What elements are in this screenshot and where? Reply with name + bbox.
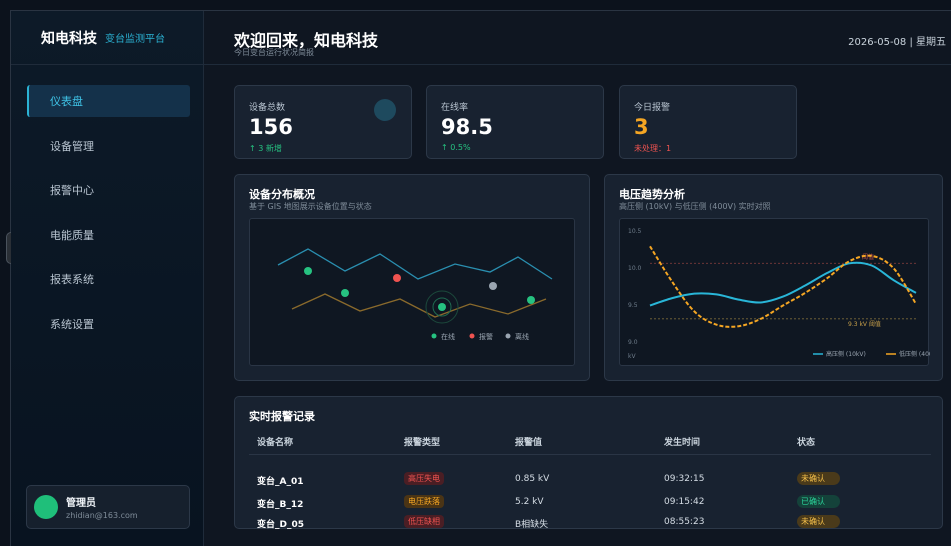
map-legend: 在线 报警 离线 <box>431 332 529 341</box>
page-subtitle: 今日变台运行状况简报 <box>234 48 314 57</box>
stat-sub: ↑ 0.5% <box>441 143 471 152</box>
threshold-label-low: 9.3 kV 阈值 <box>848 320 881 328</box>
panel-title: 实时报警记录 <box>249 410 315 423</box>
sidebar-item-power-quality[interactable]: 电能质量 <box>27 219 190 251</box>
panel-subtitle: 高压侧 (10kV) 与低压侧 (400V) 实时对照 <box>619 202 771 211</box>
stat-value: 3 <box>634 115 649 139</box>
alarm-type-badge: 电压跌落 <box>404 495 444 508</box>
column-header-value[interactable]: 报警值 <box>515 435 542 448</box>
device-marker-online[interactable] <box>304 267 312 275</box>
series-line-high-voltage <box>649 261 917 307</box>
stat-value: 98.5 <box>441 115 493 139</box>
legend-label-alarm: 报警 <box>479 332 493 341</box>
panel-title: 电压趋势分析 <box>619 188 685 201</box>
cell-device-name: 变台_D_05 <box>257 520 304 530</box>
y-axis-unit: kV <box>628 353 636 360</box>
device-icon <box>374 99 396 121</box>
map-route-upper <box>277 248 553 280</box>
column-header-name[interactable]: 设备名称 <box>257 435 293 448</box>
stat-label: 在线率 <box>441 103 469 113</box>
avatar <box>34 495 58 519</box>
device-marker-online[interactable] <box>527 296 535 304</box>
sidebar-item-reports[interactable]: 报表系统 <box>27 263 190 295</box>
voltage-chart[interactable]: 10.5 10.0 9.5 9.0 kV 阈值 9.3 kV 阈值 高压侧 (1… <box>619 218 939 366</box>
sidebar-item-devices[interactable]: 设备管理 <box>27 130 190 162</box>
sidebar-item-dashboard[interactable]: 仪表盘 <box>27 85 190 117</box>
panel-subtitle: 基于 GIS 地图展示设备位置与状态 <box>249 202 372 211</box>
voltage-panel: 电压趋势分析 高压侧 (10kV) 与低压侧 (400V) 实时对照 10.5 … <box>604 174 943 381</box>
alarm-panel: 实时报警记录 设备名称 报警类型 报警值 发生时间 状态 变台_A_01 高压失… <box>234 396 943 530</box>
user-card[interactable]: 管理员 zhidian@163.com <box>26 485 190 529</box>
user-email: zhidian@163.com <box>66 511 138 520</box>
legend-swatch-offline <box>505 333 511 339</box>
device-marker-offline[interactable] <box>489 282 497 290</box>
status-badge[interactable]: 未确认 <box>797 515 840 528</box>
sidebar: 知电科技 变台监测平台 仪表盘 设备管理 报警中心 电能质量 报表系统 系统设置… <box>11 11 204 546</box>
sidebar-nav: 仪表盘 设备管理 报警中心 电能质量 报表系统 系统设置 <box>27 85 190 352</box>
cell-time: 09:15:42 <box>664 497 705 507</box>
date-display: 2026-05-08 | 星期五 <box>848 37 946 48</box>
column-header-status[interactable]: 状态 <box>797 435 815 448</box>
y-tick-label: 10.5 <box>628 228 642 235</box>
app-window: 知电科技 变台监测平台 仪表盘 设备管理 报警中心 电能质量 报表系统 系统设置… <box>6 10 951 546</box>
brand: 知电科技 变台监测平台 <box>11 11 204 65</box>
y-tick-label: 10.0 <box>628 265 642 272</box>
threshold-label-high: 阈值 <box>862 253 874 261</box>
brand-name: 知电科技 <box>41 30 97 47</box>
y-tick-label: 9.0 <box>628 339 638 346</box>
table-header: 设备名称 报警类型 报警值 发生时间 状态 <box>249 435 931 455</box>
legend-label-low: 低压侧 (400V) <box>899 350 930 358</box>
stat-sub: ↑ 3 新增 <box>249 144 282 153</box>
legend-label-offline: 离线 <box>515 332 529 341</box>
stat-card-online-rate: 在线率 98.5 ↑ 0.5% <box>426 85 604 159</box>
map-route-lower <box>291 293 547 318</box>
stat-label: 设备总数 <box>249 103 286 113</box>
column-header-type[interactable]: 报警类型 <box>404 435 440 448</box>
device-marker-online[interactable] <box>438 303 446 311</box>
table-row[interactable]: 变台_B_12 电压跌落 5.2 kV 09:15:42 已确认 <box>249 492 931 514</box>
cell-alarm-value: 0.85 kV <box>515 474 550 484</box>
device-marker-online[interactable] <box>341 289 349 297</box>
user-name: 管理员 <box>66 498 96 509</box>
gis-map-canvas: 在线 报警 离线 <box>277 248 553 341</box>
stat-value: 156 <box>249 115 293 139</box>
table-row[interactable]: 变台_D_05 低压缺相 B相缺失 08:55:23 未确认 <box>249 512 931 534</box>
alarm-type-badge: 低压缺相 <box>404 515 444 528</box>
column-header-time[interactable]: 发生时间 <box>664 435 700 448</box>
legend-swatch-online <box>431 333 437 339</box>
stat-card-alarms: 今日报警 3 未处理：1 <box>619 85 797 159</box>
cell-alarm-value: B相缺失 <box>515 520 549 530</box>
y-tick-label: 9.5 <box>628 302 638 309</box>
panel-title: 设备分布概况 <box>249 188 315 201</box>
distribution-panel: 设备分布概况 基于 GIS 地图展示设备位置与状态 在线 报警 离线 <box>234 174 590 381</box>
legend-swatch-alarm <box>469 333 475 339</box>
stat-label: 今日报警 <box>634 103 671 113</box>
cell-time: 09:32:15 <box>664 474 705 484</box>
series-line-low-voltage <box>649 245 917 328</box>
cell-time: 08:55:23 <box>664 517 705 527</box>
voltage-chart-canvas: 10.5 10.0 9.5 9.0 kV 阈值 9.3 kV 阈值 高压侧 (1… <box>628 228 939 360</box>
cell-device-name: 变台_B_12 <box>257 500 304 510</box>
sidebar-item-alarms[interactable]: 报警中心 <box>27 174 190 206</box>
alarm-type-badge: 高压失电 <box>404 472 444 485</box>
header: 欢迎回来，知电科技 今日变台运行状况简报 2026-05-08 | 星期五 <box>204 11 951 65</box>
cell-alarm-value: 5.2 kV <box>515 497 544 507</box>
table-row[interactable]: 变台_A_01 高压失电 0.85 kV 09:32:15 未确认 <box>249 469 931 491</box>
stat-card-devices: 设备总数 156 ↑ 3 新增 <box>234 85 412 159</box>
gis-map[interactable]: 在线 报警 离线 <box>249 218 575 366</box>
brand-subtitle: 变台监测平台 <box>105 34 165 45</box>
stat-sub: 未处理：1 <box>634 144 672 153</box>
status-badge[interactable]: 未确认 <box>797 472 840 485</box>
legend-label-high: 高压侧 (10kV) <box>826 350 866 358</box>
legend-label-online: 在线 <box>441 332 455 341</box>
status-badge[interactable]: 已确认 <box>797 495 840 508</box>
sidebar-item-settings[interactable]: 系统设置 <box>27 308 190 340</box>
device-marker-alarm[interactable] <box>393 274 401 282</box>
cell-device-name: 变台_A_01 <box>257 477 304 487</box>
